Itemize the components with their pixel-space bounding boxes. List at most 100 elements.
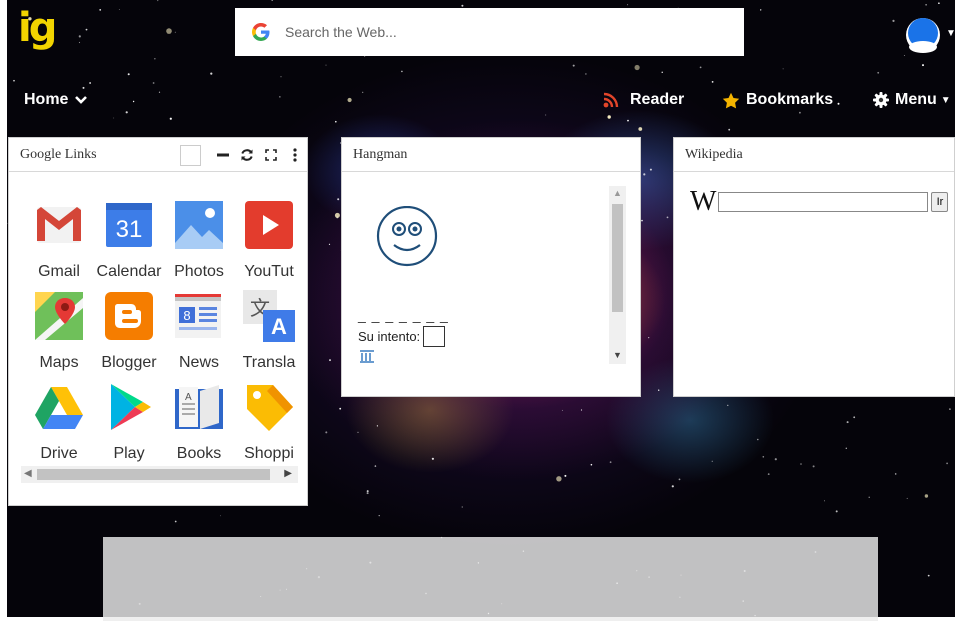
star xyxy=(78,41,81,44)
blogger-icon xyxy=(105,292,153,340)
star xyxy=(280,76,282,78)
app-photos[interactable]: Photos xyxy=(164,199,234,290)
nav-menu[interactable]: Menu ▼ xyxy=(873,89,951,111)
star xyxy=(132,100,135,103)
star xyxy=(125,111,128,114)
books-icon: A xyxy=(175,385,223,429)
star xyxy=(903,55,905,56)
rss-icon xyxy=(603,92,619,108)
shopping-icon xyxy=(247,385,293,431)
avatar-dropdown-caret-icon[interactable]: ▼ xyxy=(946,28,956,39)
nav-bookmarks-label: Bookmarks xyxy=(746,91,834,108)
app-calendar[interactable]: 31 Calendar xyxy=(94,199,164,290)
star xyxy=(641,219,643,222)
app-translate[interactable]: 文 A Transla xyxy=(234,290,304,381)
star xyxy=(118,9,120,10)
refresh-icon[interactable] xyxy=(235,143,259,167)
star xyxy=(127,73,130,76)
app-drive[interactable]: Drive xyxy=(24,381,94,472)
star xyxy=(938,2,940,4)
widget-title: Hangman xyxy=(353,146,408,162)
calendar-icon: 31 xyxy=(106,203,152,247)
star xyxy=(362,91,364,93)
wikipedia-go-button[interactable]: Ir xyxy=(931,192,949,212)
star xyxy=(113,117,115,119)
star xyxy=(158,91,161,93)
user-avatar-icon[interactable] xyxy=(905,17,941,53)
star xyxy=(782,68,784,70)
app-gmail[interactable]: Gmail xyxy=(24,199,94,290)
hangman-vertical-scrollbar[interactable]: ▲ ▼ xyxy=(609,186,626,364)
nav-reader-label: Reader xyxy=(630,91,685,108)
app-play[interactable]: Play xyxy=(94,381,164,472)
star xyxy=(658,389,660,391)
wikipedia-search-input[interactable] xyxy=(718,192,929,212)
scroll-down-arrow-icon[interactable]: ▼ xyxy=(613,350,622,360)
chevron-down-icon xyxy=(75,96,88,104)
more-options-icon[interactable] xyxy=(283,143,307,167)
star xyxy=(868,496,870,498)
star xyxy=(949,408,951,410)
widget-color-swatch[interactable] xyxy=(180,144,201,166)
star xyxy=(760,9,762,11)
app-maps[interactable]: Maps xyxy=(24,290,94,381)
scroll-right-arrow-icon[interactable]: ▶ xyxy=(284,468,292,479)
app-blogger[interactable]: Blogger xyxy=(94,290,164,381)
star xyxy=(590,463,593,466)
app-shopping[interactable]: Shoppi xyxy=(234,381,304,472)
minimize-icon[interactable] xyxy=(211,143,235,167)
star xyxy=(877,71,880,74)
app-books[interactable]: A Books xyxy=(164,381,234,472)
star xyxy=(812,465,815,468)
star xyxy=(174,31,176,33)
svg-text:31: 31 xyxy=(116,216,143,243)
nav-bookmarks[interactable]: Bookmarks xyxy=(722,89,833,111)
fullscreen-icon[interactable] xyxy=(259,143,283,167)
star xyxy=(376,425,378,427)
nav-home[interactable]: Home xyxy=(24,89,88,111)
gmail-icon xyxy=(37,207,81,243)
star xyxy=(366,490,369,493)
star xyxy=(431,457,434,460)
widget-title: Google Links xyxy=(20,146,97,162)
star xyxy=(845,447,847,449)
svg-text:8: 8 xyxy=(183,308,190,323)
scroll-up-arrow-icon[interactable]: ▲ xyxy=(613,188,622,198)
app-news[interactable]: 8 News xyxy=(164,290,234,381)
app-youtube[interactable]: YouTut xyxy=(234,199,304,290)
search-input[interactable] xyxy=(285,24,705,40)
gear-icon xyxy=(873,92,889,108)
star xyxy=(671,485,674,488)
scroll-left-arrow-icon[interactable]: ◀ xyxy=(24,468,32,479)
scrollbar-thumb[interactable] xyxy=(612,204,623,312)
star xyxy=(401,70,403,73)
wikipedia-logo: W xyxy=(690,186,717,217)
star xyxy=(545,114,547,116)
star xyxy=(572,64,575,67)
star xyxy=(78,35,81,38)
star xyxy=(329,359,331,362)
nav-menu-label: Menu xyxy=(895,91,937,108)
star xyxy=(169,117,172,120)
star xyxy=(609,461,612,464)
star xyxy=(711,81,714,83)
star xyxy=(585,73,587,75)
nav-reader[interactable]: Reader xyxy=(602,89,684,111)
star xyxy=(846,421,849,424)
scrollbar-thumb[interactable] xyxy=(37,469,270,480)
search-box[interactable] xyxy=(235,8,744,56)
google-g-icon xyxy=(252,23,270,41)
apps-horizontal-scrollbar[interactable]: ◀ ▶ xyxy=(21,466,298,483)
star xyxy=(727,404,729,406)
star xyxy=(335,120,337,123)
star xyxy=(334,212,340,218)
star xyxy=(174,520,177,523)
ig-logo[interactable]: ig xyxy=(18,8,57,48)
photos-icon xyxy=(175,201,223,249)
star xyxy=(374,465,377,467)
star xyxy=(210,72,213,75)
star xyxy=(946,462,948,465)
star xyxy=(157,0,159,2)
guess-input[interactable] xyxy=(423,326,446,347)
star xyxy=(85,28,88,31)
